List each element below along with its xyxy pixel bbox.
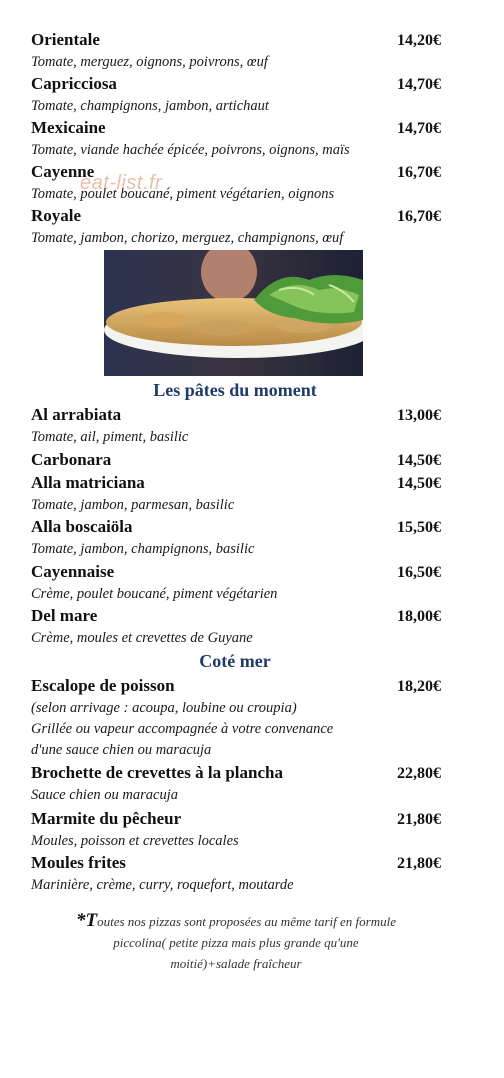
menu-item-orientale: Orientale 14,20€ Tomate, merguez, oignons… xyxy=(31,30,441,73)
menu-item-del-mare: Del mare 18,00€ Crème, moules et crevette… xyxy=(31,606,441,649)
item-price: 14,50€ xyxy=(397,452,441,469)
menu-item-alla-boscaiola: Alla boscaiöla 15,50€ Tomate, jambon, cha… xyxy=(31,517,441,560)
item-name: Mexicaine xyxy=(31,118,106,137)
section-title-pates: Les pâtes du moment xyxy=(153,380,317,400)
menu-page: Orientale 14,20€ Tomate, merguez, oignons… xyxy=(0,0,504,1078)
item-price: 16,70€ xyxy=(397,164,441,181)
item-price: 18,20€ xyxy=(397,678,441,695)
item-description: Crème, moules et crevettes de Guyane xyxy=(31,630,253,646)
item-name: Brochette de crevettes à la plancha xyxy=(31,763,283,782)
section-title-cote-mer: Coté mer xyxy=(199,651,271,671)
pizza-footnote: *Toutes nos pizzas sont proposées au mêm… xyxy=(30,910,442,974)
item-name: Escalope de poisson xyxy=(31,676,175,695)
pizza-photo xyxy=(104,250,363,376)
item-price: 15,50€ xyxy=(397,519,441,536)
menu-item-carbonara: Carbonara 14,50€ xyxy=(31,450,441,472)
menu-item-al-arrabiata: Al arrabiata 13,00€ Tomate, ail, piment, … xyxy=(31,405,441,448)
item-price: 16,50€ xyxy=(397,564,441,581)
footnote-lead: *T xyxy=(76,910,98,931)
menu-item-moules-frites: Moules frites 21,80€ Marinière, crème, cu… xyxy=(31,853,441,896)
item-price: 18,00€ xyxy=(397,608,441,625)
item-name: Royale xyxy=(31,206,82,225)
item-name: Alla matriciana xyxy=(31,473,145,492)
pizza-plate-illustration xyxy=(104,250,363,376)
item-price: 14,20€ xyxy=(397,32,441,49)
item-price: 13,00€ xyxy=(397,407,441,424)
item-description: Tomate, jambon, champignons, basilic xyxy=(31,541,255,557)
footnote-line2: piccolina( petite pizza mais plus grande… xyxy=(113,935,359,950)
item-description: (selon arrivage : acoupa, loubine ou cro… xyxy=(31,700,297,716)
item-description: Marinière, crème, curry, roquefort, mout… xyxy=(31,877,294,893)
item-price: 14,50€ xyxy=(397,475,441,492)
item-description-line3: d'une sauce chien ou maracuja xyxy=(31,742,212,758)
menu-item-mexicaine: Mexicaine 14,70€ Tomate, viande hachée ép… xyxy=(31,118,441,161)
item-name: Orientale xyxy=(31,30,100,49)
footnote-line1: outes nos pizzas sont proposées au même … xyxy=(97,914,396,929)
item-description-line2: Grillée ou vapeur accompagnée à votre co… xyxy=(31,721,334,737)
item-name: Cayennaise xyxy=(31,562,115,581)
item-description: Sauce chien ou maracuja xyxy=(31,787,178,803)
item-price: 21,80€ xyxy=(397,811,441,828)
item-name: Del mare xyxy=(31,606,98,625)
item-description: Tomate, jambon, parmesan, basilic xyxy=(31,497,235,513)
item-description: Tomate, merguez, oignons, poivrons, œuf xyxy=(31,54,268,70)
menu-item-escalope-de-poisson: Escalope de poisson 18,20€ (selon arrivag… xyxy=(31,676,441,761)
menu-item-marmite-du-pecheur: Marmite du pêcheur 21,80€ Moules, poisson… xyxy=(31,809,441,852)
item-name: Carbonara xyxy=(31,450,112,469)
menu-item-alla-matriciana: Alla matriciana 14,50€ Tomate, jambon, pa… xyxy=(31,473,441,516)
item-price: 14,70€ xyxy=(397,76,441,93)
item-name: Alla boscaiöla xyxy=(31,517,133,536)
menu-item-cayennaise: Cayennaise 16,50€ Crème, poulet boucané, … xyxy=(31,562,441,605)
item-description: Tomate, viande hachée épicée, poivrons, … xyxy=(31,142,350,158)
menu-item-capricciosa: Capricciosa 14,70€ Tomate, champignons, j… xyxy=(31,74,441,117)
watermark: eat-list.fr xyxy=(80,172,163,194)
item-name: Moules frites xyxy=(31,853,126,872)
item-price: 14,70€ xyxy=(397,120,441,137)
item-name: Marmite du pêcheur xyxy=(31,809,182,828)
item-description: Tomate, jambon, chorizo, merguez, champi… xyxy=(31,230,344,246)
item-name: Al arrabiata xyxy=(31,405,122,424)
item-price: 22,80€ xyxy=(397,765,441,782)
item-price: 21,80€ xyxy=(397,855,441,872)
item-description: Tomate, ail, piment, basilic xyxy=(31,429,189,445)
item-name: Capricciosa xyxy=(31,74,117,93)
item-description: Moules, poisson et crevettes locales xyxy=(31,833,239,849)
footnote-line3: moitié)+salade fraîcheur xyxy=(170,956,302,971)
menu-item-brochette-de-crevettes: Brochette de crevettes à la plancha 22,80… xyxy=(31,763,441,806)
item-price: 16,70€ xyxy=(397,208,441,225)
menu-item-royale: Royale 16,70€ Tomate, jambon, chorizo, me… xyxy=(31,206,441,249)
item-description: Crème, poulet boucané, piment végétarien xyxy=(31,586,278,602)
item-description: Tomate, champignons, jambon, artichaut xyxy=(31,98,269,114)
